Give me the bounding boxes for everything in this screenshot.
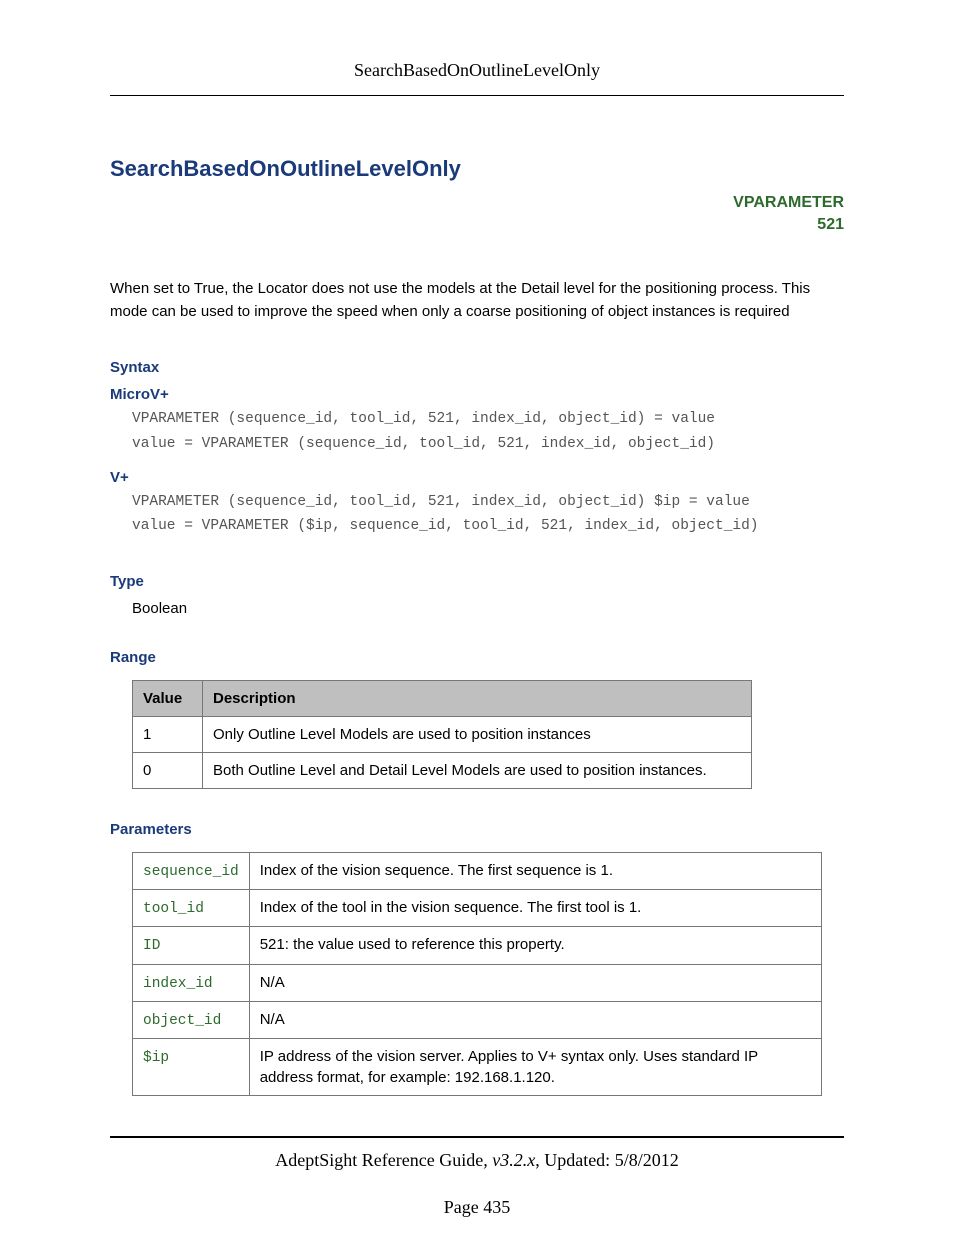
range-col-description: Description: [203, 680, 752, 716]
table-row: 1 Only Outline Level Models are used to …: [133, 716, 752, 752]
description-paragraph: When set to True, the Locator does not u…: [110, 277, 844, 324]
table-row: sequence_id Index of the vision sequence…: [133, 852, 822, 889]
footer-line: AdeptSight Reference Guide, v3.2.x, Upda…: [110, 1150, 844, 1171]
vparameter-number: 521: [110, 214, 844, 236]
running-head: SearchBasedOnOutlineLevelOnly: [110, 60, 844, 96]
page-number: Page 435: [110, 1197, 844, 1218]
type-heading: Type: [110, 573, 844, 590]
parameters-table: sequence_id Index of the vision sequence…: [132, 852, 822, 1096]
table-row: $ip IP address of the vision server. App…: [133, 1039, 822, 1096]
param-desc: IP address of the vision server. Applies…: [249, 1039, 821, 1096]
vparameter-label: VPARAMETER: [110, 192, 844, 214]
range-table: Value Description 1 Only Outline Level M…: [132, 680, 752, 789]
param-desc: 521: the value used to reference this pr…: [249, 927, 821, 964]
param-name: tool_id: [143, 901, 204, 917]
microv-heading: MicroV+: [110, 386, 844, 403]
syntax-heading: Syntax: [110, 359, 844, 376]
table-row: tool_id Index of the tool in the vision …: [133, 890, 822, 927]
microv-code: VPARAMETER (sequence_id, tool_id, 521, i…: [132, 407, 844, 456]
param-desc: Index of the vision sequence. The first …: [249, 852, 821, 889]
param-desc: Index of the tool in the vision sequence…: [249, 890, 821, 927]
param-name: object_id: [143, 1013, 221, 1029]
param-name: ID: [143, 938, 160, 954]
table-row: index_id N/A: [133, 964, 822, 1001]
page-title: SearchBasedOnOutlineLevelOnly: [110, 156, 844, 182]
type-value: Boolean: [132, 600, 844, 617]
parameters-heading: Parameters: [110, 821, 844, 838]
vplus-heading: V+: [110, 469, 844, 486]
range-col-value: Value: [133, 680, 203, 716]
table-row: ID 521: the value used to reference this…: [133, 927, 822, 964]
param-desc: N/A: [249, 1002, 821, 1039]
param-desc: N/A: [249, 964, 821, 1001]
range-heading: Range: [110, 649, 844, 666]
vplus-code: VPARAMETER (sequence_id, tool_id, 521, i…: [132, 490, 844, 539]
table-row: 0 Both Outline Level and Detail Level Mo…: [133, 752, 752, 788]
table-row: object_id N/A: [133, 1002, 822, 1039]
param-name: sequence_id: [143, 864, 239, 880]
param-name: index_id: [143, 976, 213, 992]
param-name: $ip: [143, 1050, 169, 1066]
